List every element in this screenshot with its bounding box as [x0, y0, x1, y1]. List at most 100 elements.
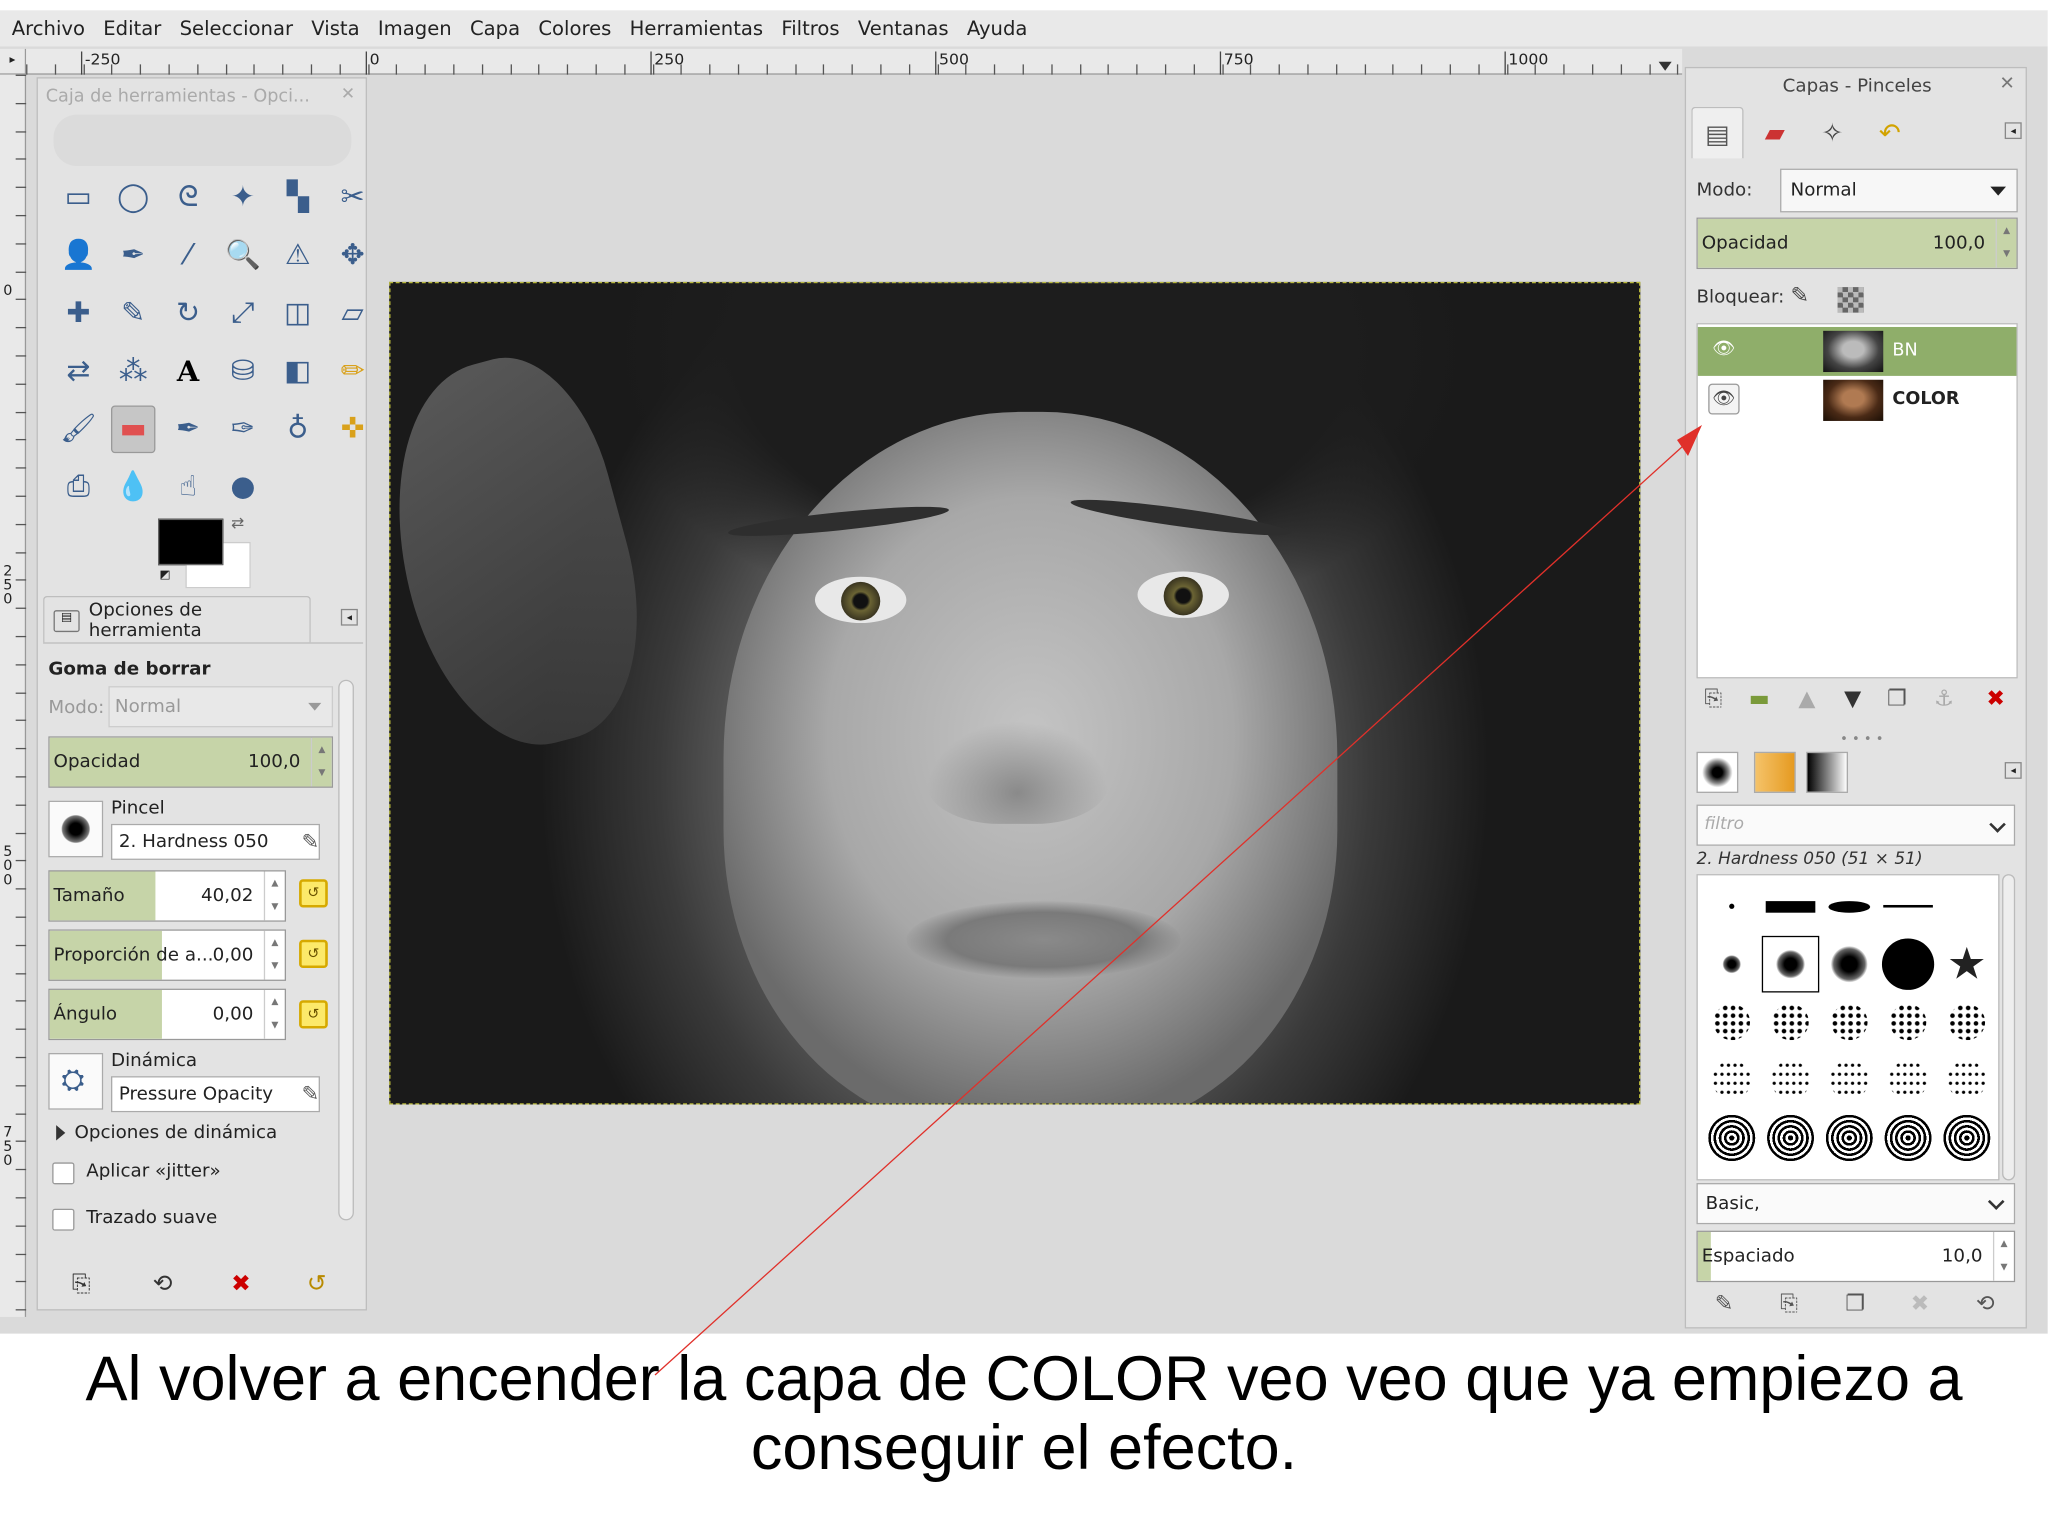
menu-vista[interactable]: Vista — [302, 17, 369, 40]
perspective-clone-icon[interactable]: ⎙ — [51, 458, 106, 516]
brush-preview[interactable] — [1762, 878, 1819, 935]
dock-tab-menu-icon[interactable]: ◂ — [2005, 122, 2022, 139]
brush-spacing-spin-icon[interactable]: ▲▼ — [1993, 1232, 2014, 1281]
size-spin-icon[interactable]: ▲▼ — [264, 872, 285, 921]
menu-imagen[interactable]: Imagen — [369, 17, 461, 40]
ellipse-select-icon[interactable]: ◯ — [106, 169, 161, 227]
opacity-spin-icon[interactable]: ▲▼ — [311, 738, 332, 787]
brush-preview[interactable] — [1938, 878, 1995, 935]
tab-menu-icon[interactable]: ◂ — [341, 609, 358, 626]
align-icon[interactable]: ✚ — [51, 284, 106, 342]
tab-brushes[interactable] — [1696, 752, 1738, 793]
scissors-icon[interactable]: ✂ — [325, 169, 380, 227]
brush-preview[interactable] — [1938, 1052, 1995, 1109]
image-canvas[interactable] — [389, 282, 1640, 1105]
tab-channels[interactable]: ▰ — [1749, 107, 1801, 158]
toolbox-close-icon[interactable]: ✕ — [341, 85, 355, 104]
brush-preview[interactable] — [1703, 1110, 1760, 1167]
foreground-select-icon[interactable]: 👤 — [51, 227, 106, 285]
duplicate-brush-icon[interactable]: ❐ — [1845, 1291, 1865, 1317]
raise-layer-icon[interactable]: ▲ — [1798, 686, 1815, 712]
save-options-icon[interactable]: ⎘ — [72, 1271, 91, 1298]
menu-ayuda[interactable]: Ayuda — [958, 17, 1037, 40]
brush-preview[interactable] — [1762, 1110, 1819, 1167]
brush-preview[interactable] — [1879, 936, 1936, 993]
lock-pixels-icon[interactable]: ✎ — [1791, 283, 1810, 309]
brush-preview[interactable] — [1821, 1110, 1878, 1167]
new-brush-icon[interactable]: ⎘ — [1780, 1291, 1798, 1317]
swap-colors-icon[interactable]: ⇄ — [231, 514, 244, 532]
ruler-corner-button[interactable]: ▸ — [0, 49, 26, 75]
zoom-icon[interactable]: 🔍 — [215, 227, 270, 285]
dodge-burn-icon[interactable]: ● — [215, 458, 270, 516]
brush-preview[interactable] — [1821, 936, 1878, 993]
tab-patterns[interactable] — [1754, 752, 1796, 793]
brush-preview[interactable] — [1821, 1052, 1878, 1109]
brush-preview[interactable] — [1703, 1052, 1760, 1109]
smooth-stroke-checkbox[interactable] — [52, 1209, 74, 1231]
brush-preview-button[interactable] — [48, 801, 103, 858]
clone-icon[interactable]: ♁ — [270, 400, 325, 458]
tab-paths[interactable]: ✧ — [1806, 107, 1858, 158]
jitter-checkbox[interactable] — [52, 1162, 74, 1184]
brush-preview[interactable] — [1762, 936, 1819, 993]
paths-icon[interactable]: ✒ — [106, 227, 161, 285]
anchor-layer-icon[interactable]: ⚓ — [1934, 686, 1954, 712]
gradient-icon[interactable]: ◧ — [270, 342, 325, 400]
color-select-icon[interactable]: ▚ — [270, 169, 325, 227]
mode-dropdown[interactable]: Normal — [108, 686, 333, 727]
heal-icon[interactable]: ✜ — [325, 400, 380, 458]
size-reset-icon[interactable]: ↺ — [299, 879, 328, 907]
foreground-color-swatch-top[interactable] — [158, 519, 223, 565]
pane-grip[interactable]: • • • • — [1840, 732, 1883, 746]
dynamics-options-expander-icon[interactable] — [56, 1125, 65, 1140]
size-slider[interactable]: Tamaño 40,02 ▲▼ — [48, 870, 286, 921]
delete-layer-icon[interactable]: ✖ — [1986, 686, 2005, 712]
angle-spin-icon[interactable]: ▲▼ — [264, 990, 285, 1039]
rotate-icon[interactable]: ↻ — [161, 284, 216, 342]
visibility-eye-icon[interactable]: 👁 — [1708, 384, 1739, 415]
layer-opacity-spin-icon[interactable]: ▲▼ — [1996, 219, 2017, 268]
text-icon[interactable]: A — [161, 342, 216, 400]
blur-icon[interactable]: 💧 — [106, 458, 161, 516]
measure-icon[interactable]: ⚠ — [270, 227, 325, 285]
brush-preview[interactable] — [1938, 1110, 1995, 1167]
tab-layers[interactable]: ▤ — [1691, 107, 1743, 158]
brush-tag-dropdown[interactable]: Basic, — [1696, 1183, 2015, 1224]
brush-preview[interactable] — [1703, 878, 1760, 935]
layer-row-color[interactable]: 👁 COLOR — [1698, 376, 2017, 425]
cage-icon[interactable]: ⁂ — [106, 342, 161, 400]
move-icon[interactable]: ✥ — [325, 227, 380, 285]
lower-layer-icon[interactable]: ▼ — [1844, 686, 1861, 712]
reset-options-icon[interactable]: ↺ — [307, 1271, 327, 1298]
layer-mode-dropdown[interactable]: Normal — [1780, 169, 2018, 213]
tab-gradients[interactable] — [1806, 752, 1848, 793]
dynamics-edit-icon[interactable]: ✎ — [302, 1081, 320, 1105]
color-picker-icon[interactable]: ⁄ — [161, 227, 216, 285]
default-colors-icon[interactable]: ◩ — [159, 569, 170, 582]
angle-reset-icon[interactable]: ↺ — [299, 1000, 328, 1028]
bucket-fill-icon[interactable]: ⛁ — [215, 342, 270, 400]
brush-spacing-slider[interactable]: Espaciado 10,0 ▲▼ — [1696, 1231, 2015, 1282]
fuzzy-select-icon[interactable]: ✦ — [215, 169, 270, 227]
tab-undo-history[interactable]: ↶ — [1864, 107, 1916, 158]
brush-preview[interactable] — [1762, 994, 1819, 1051]
brush-filter-input[interactable]: filtro — [1696, 805, 2015, 846]
restore-options-icon[interactable]: ⟲ — [153, 1271, 173, 1298]
edit-brush-icon[interactable]: ✎ — [1715, 1291, 1734, 1317]
brush-preview[interactable] — [1879, 1110, 1936, 1167]
delete-brush-icon[interactable]: ✖ — [1911, 1291, 1930, 1317]
delete-options-icon[interactable]: ✖ — [231, 1271, 251, 1298]
brush-preview[interactable] — [1703, 936, 1760, 993]
brush-preview[interactable] — [1879, 1052, 1936, 1109]
flip-icon[interactable]: ⇄ — [51, 342, 106, 400]
crop-icon[interactable]: ✎ — [106, 284, 161, 342]
dynamics-name-field[interactable]: Pressure Opacity — [111, 1076, 320, 1112]
menu-colores[interactable]: Colores — [529, 17, 620, 40]
brush-preview[interactable] — [1821, 878, 1878, 935]
ruler-menu-arrow[interactable] — [1659, 62, 1672, 71]
visibility-eye-icon[interactable]: 👁 — [1708, 335, 1739, 366]
brush-edit-icon[interactable]: ✎ — [302, 829, 320, 853]
rect-select-icon[interactable]: ▭ — [51, 169, 106, 227]
ink-icon[interactable]: ✑ — [215, 400, 270, 458]
